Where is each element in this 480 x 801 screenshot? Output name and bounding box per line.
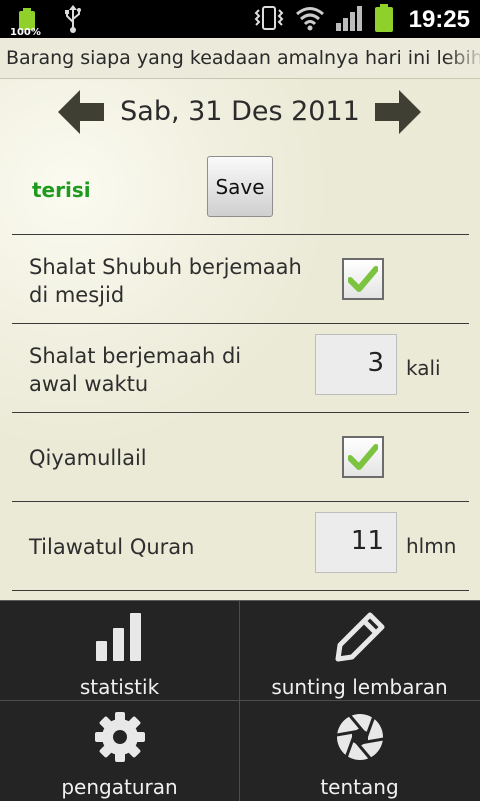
status-bar: 100% 19:25 — [0, 0, 480, 38]
qiyamullail-checkbox[interactable] — [342, 436, 384, 478]
battery-full-icon — [373, 4, 395, 36]
unit-label: kali — [406, 356, 441, 380]
list-item-qiyamullail: Qiyamullail — [12, 412, 469, 501]
arrow-right-icon — [375, 90, 421, 134]
menu-item-label: statistik — [79, 675, 160, 699]
unit-label: hlmn — [406, 534, 457, 558]
menu-item-statistik[interactable]: statistik — [0, 601, 239, 700]
item-label: Qiyamullail — [29, 446, 147, 470]
menu-item-sunting-lembaran[interactable]: sunting lembaran — [240, 601, 479, 700]
menu-item-label: tentang — [320, 775, 399, 799]
battery-percent: 100% — [10, 27, 41, 38]
item-label: Tilawatul Quran — [29, 535, 195, 559]
menu-item-label: sunting lembaran — [271, 675, 448, 699]
menu-divider-horizontal — [0, 700, 480, 701]
fill-status: terisi — [32, 178, 91, 202]
wifi-icon — [295, 5, 325, 35]
shalat-shubuh-checkbox[interactable] — [342, 258, 384, 300]
gear-icon — [94, 712, 145, 762]
pencil-icon — [335, 612, 384, 662]
main-content: Sab, 31 Des 2011 terisi Save Shalat Shub… — [0, 79, 480, 600]
next-day-button[interactable] — [373, 87, 423, 137]
list-item-shalat-awal-waktu: Shalat berjemaah di awal waktu 3 kali — [12, 323, 469, 412]
list-item-tilawatul-quran: Tilawatul Quran 11 hlmn — [12, 501, 469, 590]
checkmark-icon — [348, 266, 378, 292]
menu-item-pengaturan[interactable]: pengaturan — [0, 701, 239, 800]
menu-item-label: pengaturan — [61, 775, 178, 799]
ticker-text: Barang siapa yang keadaan amalnya hari i… — [6, 47, 480, 69]
menu-divider-vertical — [239, 601, 240, 801]
battery-icon: 100% — [10, 8, 46, 38]
vibrate-icon — [253, 4, 285, 36]
divider — [12, 590, 469, 591]
signal-icon — [335, 5, 363, 35]
bar-chart-icon — [95, 613, 141, 661]
list-item-shalat-shubuh: Shalat Shubuh berjemaah di mesjid — [12, 234, 469, 323]
item-label: Shalat Shubuh berjemaah di mesjid — [29, 255, 302, 307]
tilawatul-quran-input[interactable]: 11 — [315, 512, 397, 573]
save-button[interactable]: Save — [207, 156, 273, 217]
quote-ticker: Barang siapa yang keadaan amalnya hari i… — [0, 38, 480, 79]
menu-item-tentang[interactable]: tentang — [240, 701, 479, 800]
options-menu: statistik sunting lembaran pengaturan te… — [0, 600, 480, 801]
aperture-icon — [335, 714, 384, 760]
shalat-awal-waktu-input[interactable]: 3 — [315, 334, 397, 395]
usb-icon — [64, 4, 82, 38]
item-label: Shalat berjemaah di awal waktu — [29, 344, 242, 396]
checkmark-icon — [348, 444, 378, 470]
clock: 19:25 — [408, 6, 470, 33]
